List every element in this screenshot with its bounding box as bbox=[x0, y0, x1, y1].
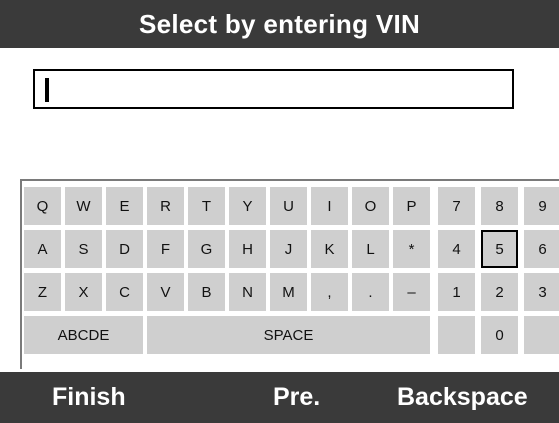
key-2-4[interactable]: B bbox=[188, 273, 225, 311]
key-1-0[interactable]: A bbox=[24, 230, 61, 268]
key-0-6[interactable]: U bbox=[270, 187, 307, 225]
numpad-key-1-1[interactable]: 5 bbox=[481, 230, 518, 268]
vin-entry-screen: Select by entering VIN QWERTYUIOP ASDFGHJ… bbox=[0, 0, 559, 423]
key-0-2[interactable]: E bbox=[106, 187, 143, 225]
key-2-2[interactable]: C bbox=[106, 273, 143, 311]
key-2-1[interactable]: X bbox=[65, 273, 102, 311]
numpad-key-0-0[interactable]: 7 bbox=[438, 187, 475, 225]
key-0-0[interactable]: Q bbox=[24, 187, 61, 225]
softkey-bar: Finish Pre. Backspace bbox=[0, 372, 559, 423]
numpad-blank-left[interactable] bbox=[438, 316, 475, 354]
on-screen-keyboard: Q W E R T Y U I O P A S D F G H J K L * Z X C V B N M,. – 7 8 9 4 5 6 1 2 3 A… bbox=[20, 179, 559, 369]
numpad-key-2-2[interactable]: 3 bbox=[524, 273, 559, 311]
space-key[interactable]: SPACE bbox=[147, 316, 430, 354]
key-1-8[interactable]: L bbox=[352, 230, 389, 268]
key-2-8[interactable]: . bbox=[352, 273, 389, 311]
key-2-3[interactable]: V bbox=[147, 273, 184, 311]
key-0-8[interactable]: O bbox=[352, 187, 389, 225]
text-cursor bbox=[45, 78, 49, 102]
numpad-key-1-0[interactable]: 4 bbox=[438, 230, 475, 268]
key-1-4[interactable]: G bbox=[188, 230, 225, 268]
key-0-4[interactable]: T bbox=[188, 187, 225, 225]
key-1-1[interactable]: S bbox=[65, 230, 102, 268]
numpad-blank-right[interactable] bbox=[524, 316, 559, 354]
numpad-key-0-1[interactable]: 8 bbox=[481, 187, 518, 225]
key-0-7[interactable]: I bbox=[311, 187, 348, 225]
key-1-7[interactable]: K bbox=[311, 230, 348, 268]
key-2-5[interactable]: N bbox=[229, 273, 266, 311]
key-0-9[interactable]: P bbox=[393, 187, 430, 225]
title-bar: Select by entering VIN bbox=[0, 0, 559, 48]
page-title: Select by entering VIN bbox=[138, 8, 421, 39]
key-2-0[interactable]: Z bbox=[24, 273, 61, 311]
vin-input[interactable] bbox=[33, 69, 514, 109]
previous-button[interactable]: Pre. bbox=[273, 372, 320, 423]
key-1-5[interactable]: H bbox=[229, 230, 266, 268]
key-2-9[interactable]: – bbox=[393, 273, 430, 311]
numpad-key-0[interactable]: 0 bbox=[481, 316, 518, 354]
finish-button[interactable]: Finish bbox=[52, 372, 126, 423]
key-1-2[interactable]: D bbox=[106, 230, 143, 268]
mode-abcde-key[interactable]: ABCDE bbox=[24, 316, 143, 354]
numpad-key-0-2[interactable]: 9 bbox=[524, 187, 559, 225]
backspace-button[interactable]: Backspace bbox=[397, 372, 528, 423]
key-0-3[interactable]: R bbox=[147, 187, 184, 225]
numpad-key-2-1[interactable]: 2 bbox=[481, 273, 518, 311]
key-0-1[interactable]: W bbox=[65, 187, 102, 225]
key-1-9[interactable]: * bbox=[393, 230, 430, 268]
key-1-6[interactable]: J bbox=[270, 230, 307, 268]
key-0-5[interactable]: Y bbox=[229, 187, 266, 225]
key-2-6[interactable]: M bbox=[270, 273, 307, 311]
key-2-7[interactable]: , bbox=[311, 273, 348, 311]
numpad-key-1-2[interactable]: 6 bbox=[524, 230, 559, 268]
numpad-key-2-0[interactable]: 1 bbox=[438, 273, 475, 311]
key-1-3[interactable]: F bbox=[147, 230, 184, 268]
